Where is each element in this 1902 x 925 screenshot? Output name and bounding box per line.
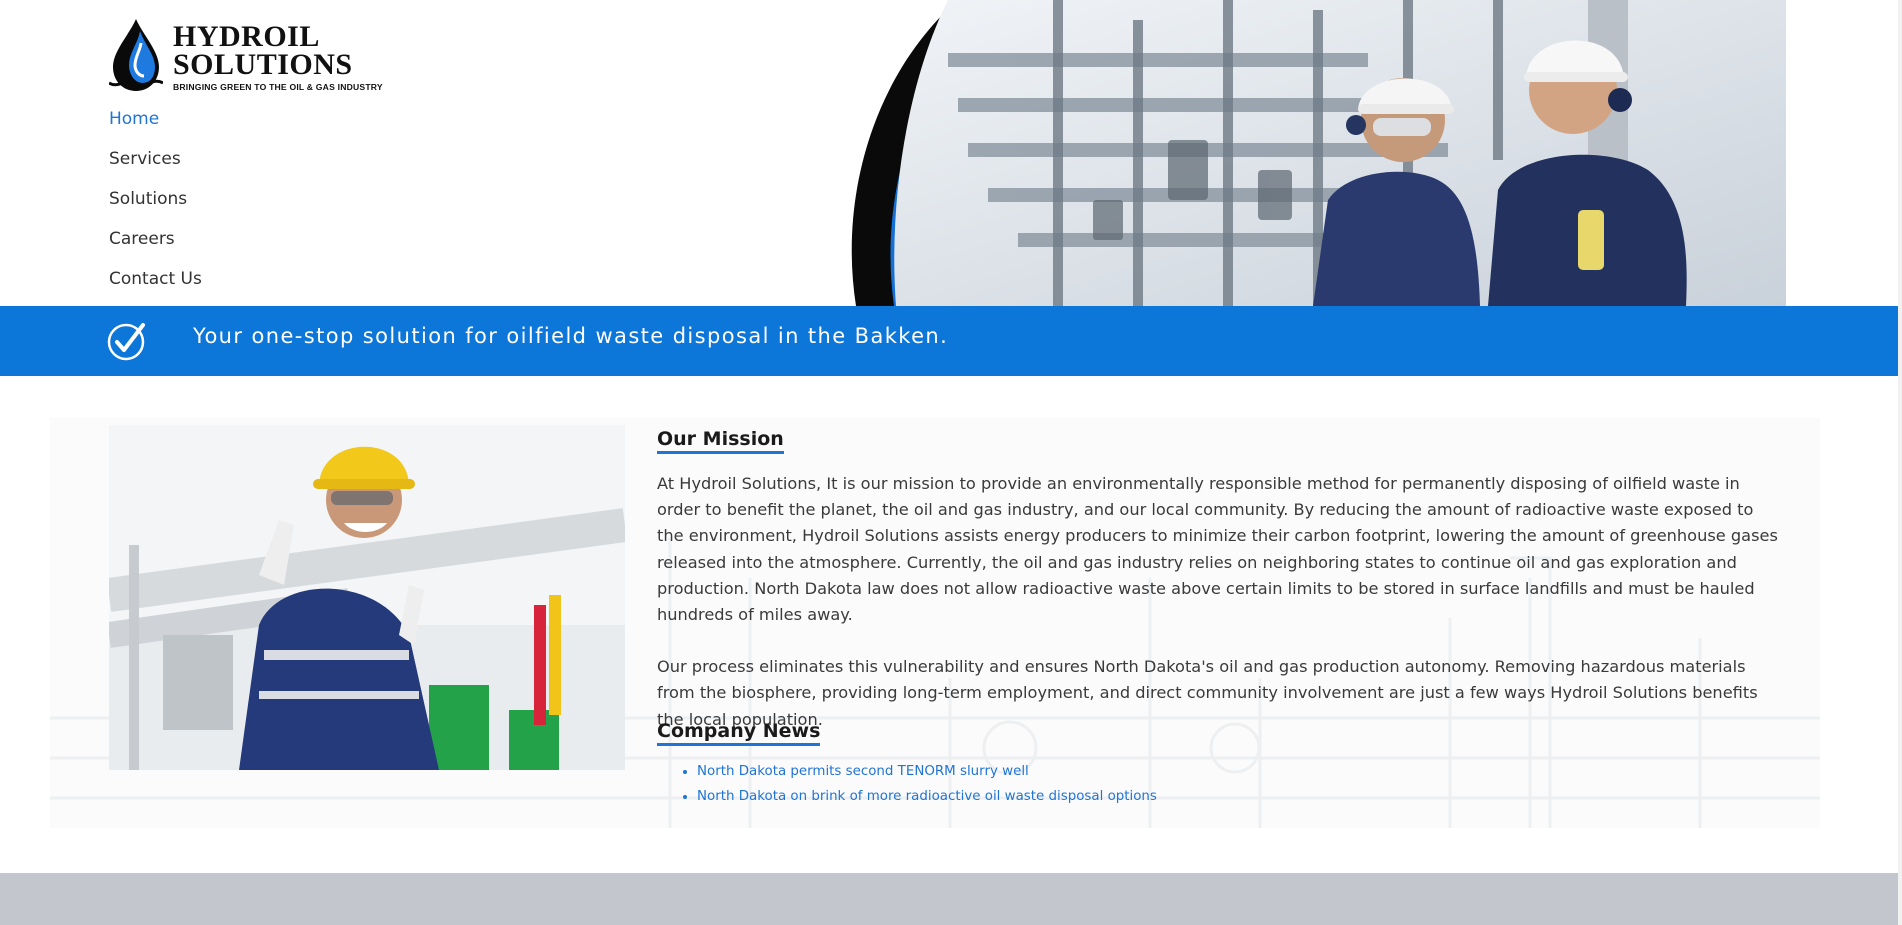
footer-bar bbox=[0, 873, 1898, 925]
list-item: North Dakota on brink of more radioactiv… bbox=[697, 785, 1782, 810]
company-news-title: Company News bbox=[657, 720, 821, 746]
logo-name-line2: SOLUTIONS bbox=[173, 48, 353, 81]
news-link-1[interactable]: North Dakota permits second TENORM slurr… bbox=[697, 764, 1029, 779]
nav-item-services[interactable]: Services bbox=[109, 143, 202, 183]
mission-section: Our Mission At Hydroil Solutions, It is … bbox=[657, 428, 1782, 733]
tagline-banner: Your one-stop solution for oilfield wast… bbox=[0, 306, 1898, 376]
news-link-2[interactable]: North Dakota on brink of more radioactiv… bbox=[697, 789, 1157, 804]
logo-wordmark: HYDROIL SOLUTIONS BRINGING GREEN TO THE … bbox=[173, 20, 383, 93]
mission-paragraph-1: At Hydroil Solutions, It is our mission … bbox=[657, 474, 1778, 625]
nav-item-careers[interactable]: Careers bbox=[109, 223, 202, 263]
mission-title: Our Mission bbox=[657, 428, 784, 454]
hero-image bbox=[808, 0, 1786, 306]
main-nav: Home Services Solutions Careers Contact … bbox=[109, 103, 202, 303]
site-logo[interactable]: HYDROIL SOLUTIONS BRINGING GREEN TO THE … bbox=[109, 17, 383, 93]
page: HYDROIL SOLUTIONS BRINGING GREEN TO THE … bbox=[0, 0, 1902, 925]
logo-name-line1: HYDROIL bbox=[173, 20, 320, 53]
nav-item-home[interactable]: Home bbox=[109, 103, 202, 143]
company-news-section: Company News North Dakota permits second… bbox=[657, 720, 1782, 809]
banner-text: Your one-stop solution for oilfield wast… bbox=[193, 324, 949, 348]
scrollbar[interactable] bbox=[1898, 0, 1902, 925]
list-item: North Dakota permits second TENORM slurr… bbox=[697, 760, 1782, 785]
worker-photo bbox=[109, 425, 625, 770]
logo-tagline: BRINGING GREEN TO THE OIL & GAS INDUSTRY bbox=[173, 82, 383, 92]
nav-item-contact-us[interactable]: Contact Us bbox=[109, 263, 202, 303]
news-list: North Dakota permits second TENORM slurr… bbox=[657, 760, 1782, 809]
water-drop-logo-icon bbox=[109, 19, 163, 91]
nav-item-solutions[interactable]: Solutions bbox=[109, 183, 202, 223]
checkmark-circle-icon bbox=[107, 323, 145, 361]
